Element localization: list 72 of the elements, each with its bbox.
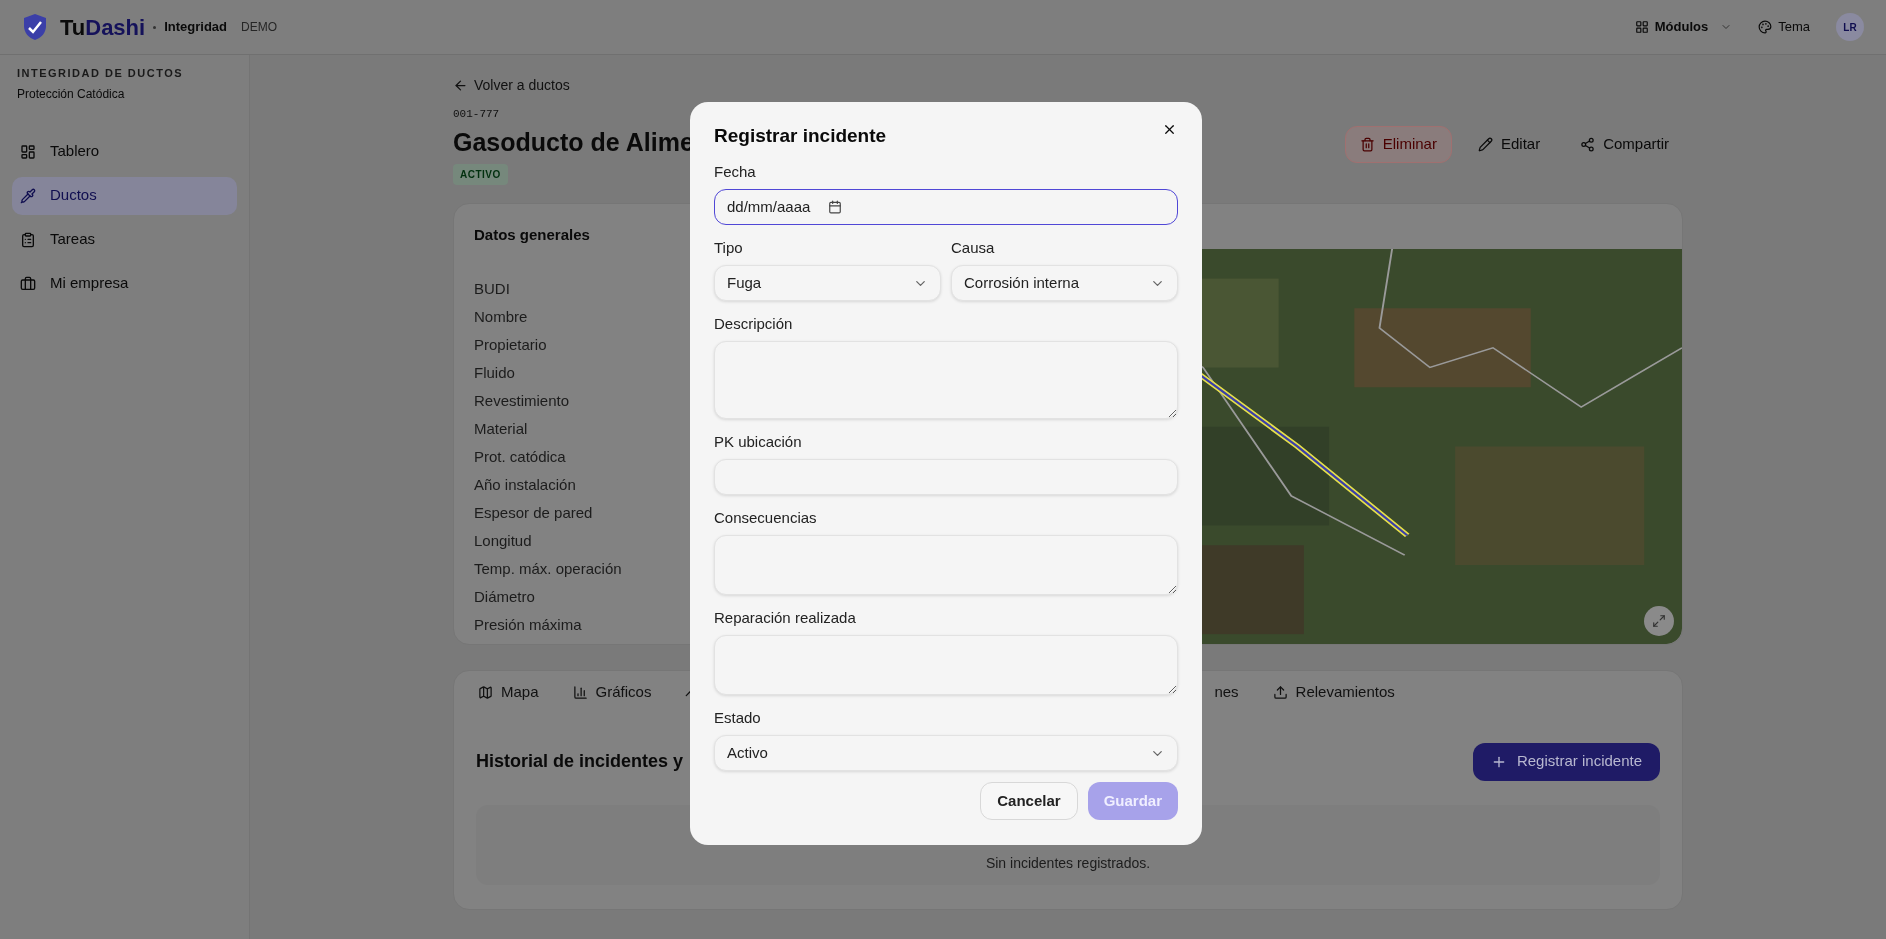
action-button[interactable]: Compartir	[1566, 126, 1683, 163]
field-label: Estado	[714, 709, 761, 727]
field-label: Consecuencias	[714, 509, 817, 527]
field-label: Año instalación	[474, 475, 576, 495]
select-field[interactable]: Corrosión interna	[951, 265, 1178, 302]
date-field[interactable]: dd/mm/aaaa	[714, 189, 1178, 226]
module-name: Integridad	[164, 18, 227, 37]
expand-icon	[1652, 613, 1666, 628]
select-field[interactable]: Activo	[714, 735, 1178, 772]
select-field[interactable]: Fuga	[714, 265, 941, 302]
calendar-icon	[828, 200, 843, 215]
field-label: Diámetro	[474, 587, 535, 607]
dialog-title: Registrar incidente	[714, 123, 887, 148]
field-label: Fluido	[474, 363, 515, 383]
field-label: PK ubicación	[714, 433, 802, 451]
bar-chart-icon	[572, 685, 588, 700]
nav-item[interactable]: Mi empresa	[12, 264, 237, 303]
dashboard-icon	[20, 143, 36, 160]
share-icon	[1580, 137, 1596, 152]
dialog-button[interactable]: Cancelar	[980, 782, 1078, 821]
field-label: Fecha	[714, 163, 756, 181]
pipeline-code: 001-777	[453, 107, 500, 122]
tab[interactable]: nes	[1212, 681, 1241, 706]
action-button[interactable]: Eliminar	[1344, 126, 1452, 163]
shield-logo-icon	[22, 13, 48, 41]
clipboard-icon	[20, 231, 36, 248]
tab[interactable]: Gráficos	[570, 681, 654, 706]
field-label: Propietario	[474, 335, 547, 355]
tab[interactable]: Relevamientos	[1270, 681, 1397, 706]
text-area[interactable]	[714, 635, 1178, 696]
card-title: Datos generales	[474, 224, 590, 245]
nav-item[interactable]: Tareas	[12, 220, 237, 259]
field-label: Espesor de pared	[474, 503, 593, 523]
empty-message: Sin incidentes registrados.	[985, 854, 1151, 873]
text-area[interactable]	[714, 535, 1178, 596]
theme-button[interactable]: Tema	[1758, 17, 1810, 37]
section-subtitle: Protección Catódica	[16, 85, 126, 103]
palette-icon	[1758, 20, 1773, 34]
field-label: Tipo	[714, 239, 743, 257]
section-heading: Historial de incidentes y	[476, 750, 684, 773]
action-button[interactable]: Editar	[1463, 126, 1555, 163]
register-incident-button[interactable]: Registrar incidente	[1472, 742, 1660, 781]
user-avatar[interactable]: LR	[1836, 13, 1864, 41]
status-badge: ACTIVO	[453, 163, 508, 185]
upload-icon	[1272, 685, 1288, 700]
field-label: Presión máxima	[474, 615, 582, 635]
demo-label: DEMO	[241, 19, 277, 36]
field-label: Nombre	[474, 307, 528, 327]
pencil-icon	[1477, 137, 1493, 152]
field-label: Longitud	[474, 531, 532, 551]
modules-button[interactable]: Módulos	[1634, 17, 1733, 37]
section-title: INTEGRIDAD DE DUCTOS	[16, 66, 185, 81]
field-label: Temp. máx. operación	[474, 559, 622, 579]
field-label: Reparación realizada	[714, 609, 856, 627]
text-area[interactable]	[714, 341, 1178, 420]
field-label: Material	[474, 419, 528, 439]
nav-item[interactable]: Tablero	[12, 132, 237, 171]
field-label: Revestimiento	[474, 391, 570, 411]
nav-item[interactable]: Ductos	[12, 176, 237, 215]
back-link[interactable]: Volver a ductos	[453, 75, 570, 96]
grid-icon	[1634, 20, 1649, 34]
tab[interactable]: Mapa	[476, 681, 541, 706]
trash-icon	[1359, 137, 1375, 152]
map-icon	[478, 685, 493, 700]
field-label: Causa	[951, 239, 995, 257]
pipette-icon	[20, 187, 36, 204]
pipeline-title: Gasoducto de Alime	[453, 126, 694, 158]
field-label: Descripción	[714, 315, 793, 333]
field-label: BUDI	[474, 279, 510, 299]
briefcase-icon	[20, 275, 36, 292]
field-label: Prot. catódica	[474, 447, 566, 467]
brand-name: TuDashi	[60, 13, 146, 42]
